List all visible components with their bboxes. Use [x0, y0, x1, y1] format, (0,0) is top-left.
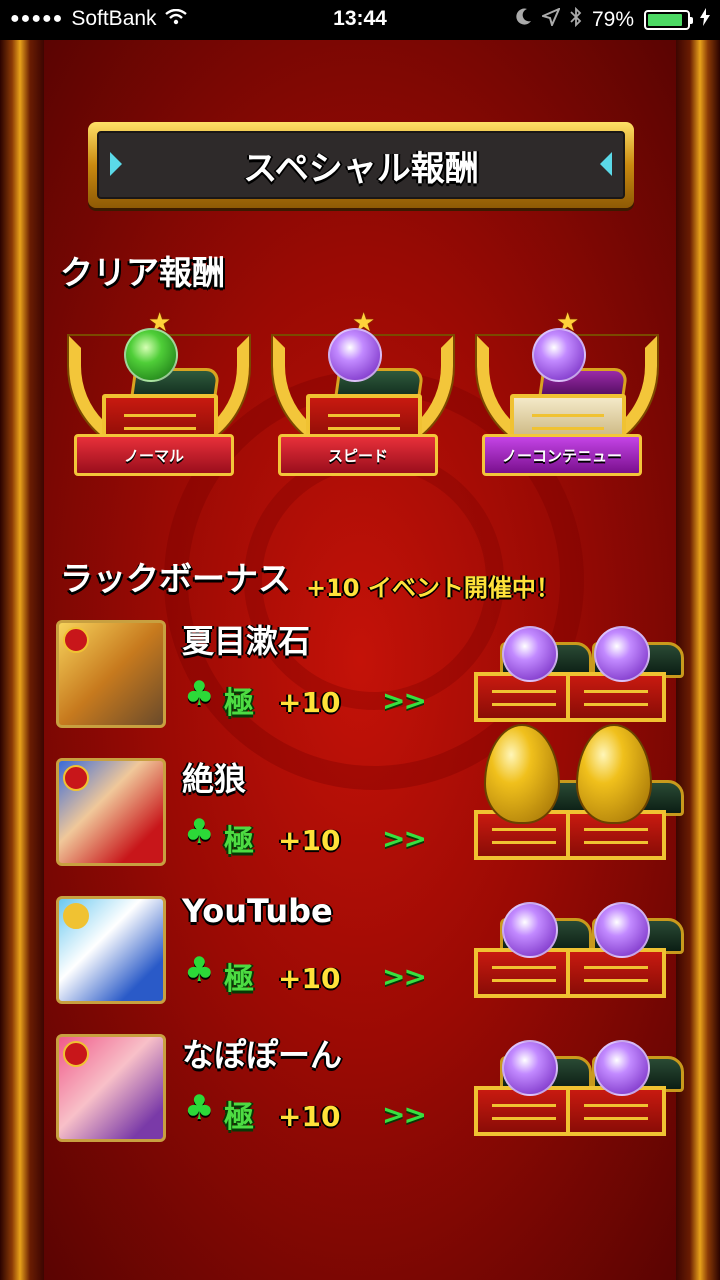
- title-banner: スペシャル報酬: [88, 122, 634, 208]
- arrow-icon: >>: [382, 684, 427, 717]
- player-name: 絶狼: [182, 760, 247, 798]
- treasure-chest-icon: [474, 626, 592, 722]
- luck-bonus-value: +10: [278, 1100, 341, 1133]
- purple-orb-icon: [594, 1040, 650, 1096]
- luck-row[interactable]: 夏目漱石 ♣ 極 +10 >>: [56, 616, 706, 734]
- reward-label: ノーコンテニュー: [482, 434, 642, 476]
- purple-orb-icon: [532, 328, 586, 382]
- element-badge-icon: [63, 903, 89, 929]
- player-avatar: [56, 896, 166, 1004]
- luck-rank: 極: [224, 824, 254, 859]
- luck-bonus-value: +10: [278, 686, 341, 719]
- arrow-icon: >>: [382, 1098, 427, 1131]
- luck-row[interactable]: なぽぽーん ♣ 極 +10 >>: [56, 1030, 706, 1148]
- treasure-chest-icon: [566, 902, 684, 998]
- left-gem-icon: [110, 152, 122, 176]
- element-badge-icon: [63, 765, 89, 791]
- status-bar: ●●●●● SoftBank 13:44 79%: [0, 0, 720, 40]
- player-name: 夏目漱石: [182, 622, 311, 660]
- treasure-chest-icon: [474, 724, 592, 860]
- battery-percent: 79%: [591, 8, 634, 31]
- clover-icon: ♣: [184, 812, 215, 852]
- player-avatar: [56, 1034, 166, 1142]
- clover-icon: ♣: [184, 674, 215, 714]
- reward-speed[interactable]: ★ スピード: [268, 306, 458, 496]
- treasure-chest-icon: [566, 1040, 684, 1136]
- page-title: スペシャル報酬: [243, 148, 479, 189]
- treasure-chest-icon: [566, 724, 684, 860]
- luck-bonus-value: +10: [278, 962, 341, 995]
- player-avatar: [56, 620, 166, 728]
- luck-rank: 極: [224, 962, 254, 997]
- arrow-icon: >>: [382, 960, 427, 993]
- arrow-icon: >>: [382, 822, 427, 855]
- luck-row[interactable]: 絶狼 ♣ 極 +10 >>: [56, 724, 706, 872]
- location-arrow-icon: [540, 7, 561, 32]
- luck-rank: 極: [224, 686, 254, 721]
- luck-bonus-value: +10: [278, 824, 341, 857]
- purple-orb-icon: [502, 1040, 558, 1096]
- purple-orb-icon: [502, 626, 558, 682]
- event-banner: +10 イベント開催中！: [306, 574, 560, 602]
- element-badge-icon: [63, 627, 89, 653]
- green-orb-icon: [124, 328, 178, 382]
- element-badge-icon: [63, 1041, 89, 1067]
- treasure-chest-icon: [474, 902, 592, 998]
- reward-normal[interactable]: ★ ノーマル: [64, 306, 254, 496]
- purple-orb-icon: [594, 902, 650, 958]
- player-name: YouTube: [182, 892, 333, 930]
- title-plate: スペシャル報酬: [97, 131, 625, 199]
- reward-label: スピード: [278, 434, 438, 476]
- clear-rewards-heading: クリア報酬: [60, 253, 225, 292]
- charging-bolt-icon: [700, 8, 710, 32]
- moon-icon: [516, 8, 532, 32]
- reward-label: ノーマル: [74, 434, 234, 476]
- purple-orb-icon: [328, 328, 382, 382]
- luck-bonus-heading: ラックボーナス: [60, 559, 291, 598]
- battery-icon: [644, 10, 693, 30]
- treasure-chest-icon: [566, 626, 684, 722]
- player-name: なぽぽーん: [182, 1036, 343, 1074]
- purple-orb-icon: [594, 626, 650, 682]
- clover-icon: ♣: [184, 1088, 215, 1128]
- bluetooth-icon: [570, 6, 582, 33]
- status-icons: 79%: [516, 6, 710, 33]
- luck-rank: 極: [224, 1100, 254, 1135]
- purple-orb-icon: [502, 902, 558, 958]
- reward-no-continue[interactable]: ★ ノーコンテニュー: [472, 306, 662, 496]
- right-gem-icon: [600, 152, 612, 176]
- player-avatar: [56, 758, 166, 866]
- treasure-chest-icon: [474, 1040, 592, 1136]
- clover-icon: ♣: [184, 950, 215, 990]
- luck-row[interactable]: YouTube ♣ 極 +10 >>: [56, 892, 706, 1010]
